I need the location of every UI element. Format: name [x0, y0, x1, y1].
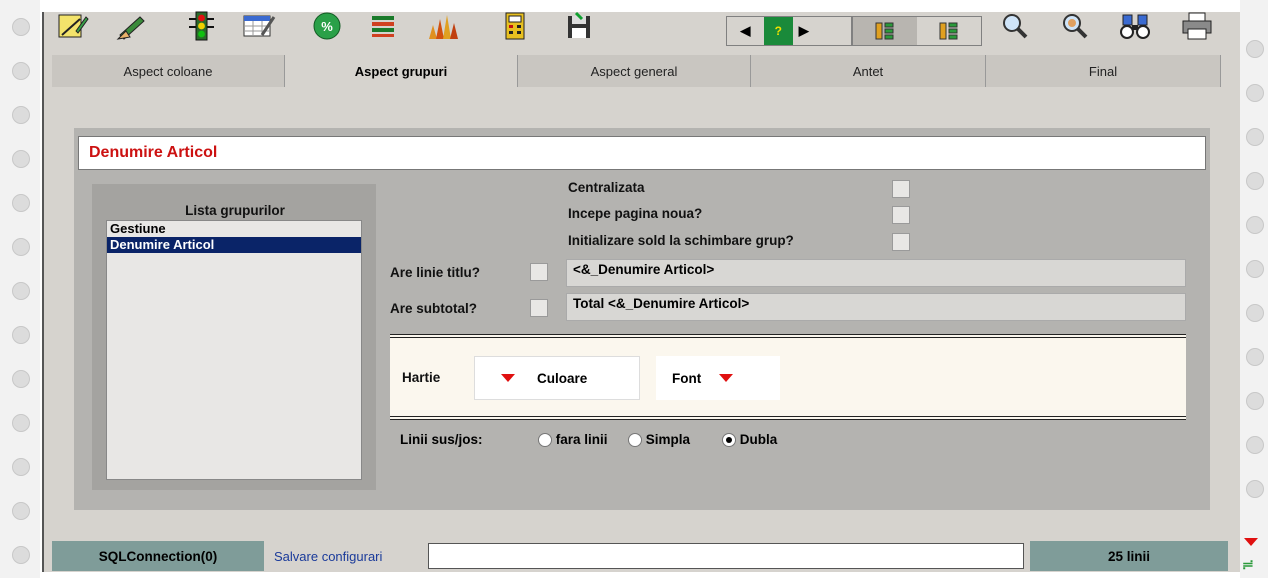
radio-label: Dubla [739, 432, 778, 447]
svg-text:%: % [321, 19, 333, 34]
printer-icon[interactable] [1178, 8, 1216, 44]
save-config-field[interactable] [428, 543, 1024, 569]
radio-fara-linii[interactable]: fara linii [538, 432, 616, 448]
pagina-noua-checkbox[interactable] [892, 206, 910, 224]
radio-label: Simpla [645, 432, 691, 447]
zoom-in-icon[interactable] [996, 8, 1034, 44]
bar-chart-icon[interactable] [424, 8, 462, 44]
group-list-heading: Lista grupurilor [185, 203, 285, 218]
resize-grip-icon[interactable]: ≓ [1242, 556, 1254, 573]
layout-tree-button-1[interactable] [853, 17, 917, 45]
centralizata-label: Centralizata [568, 180, 645, 195]
tab-aspect-general[interactable]: Aspect general [518, 55, 751, 87]
dropdown-arrow-icon [501, 374, 515, 382]
left-perforation-strip [0, 0, 40, 578]
save-config-label: Salvare configurari [274, 548, 383, 564]
radio-icon [538, 433, 552, 448]
font-dropdown[interactable]: Font [656, 356, 780, 400]
layout-tree-button-2[interactable] [917, 17, 981, 45]
tab-label: Aspect grupuri [354, 63, 448, 79]
edit-form-icon[interactable] [54, 8, 92, 44]
pencil-hand-icon[interactable] [114, 8, 152, 44]
radio-selected-icon [722, 433, 736, 448]
linii-label: Linii sus/jos: [400, 432, 483, 447]
tab-label: Antet [852, 63, 884, 79]
tree-layout-icon [875, 22, 894, 40]
save-disk-icon[interactable] [560, 8, 598, 44]
scroll-down-icon[interactable] [1244, 534, 1258, 549]
help-button[interactable]: ? [763, 17, 793, 45]
dropdown-arrow-icon [719, 374, 734, 382]
tab-final[interactable]: Final [986, 55, 1221, 87]
group-list[interactable]: Gestiune Denumire Articol [106, 220, 362, 480]
arrow-left-icon: ◀ [740, 23, 751, 38]
tab-label: Aspect coloane [123, 63, 213, 79]
initializare-sold-label: Initializare sold la schimbare grup? [568, 233, 794, 248]
lines-count: 25 linii [1030, 541, 1228, 571]
group-title-field[interactable]: Denumire Articol [78, 136, 1206, 170]
culoare-dropdown[interactable]: Culoare [474, 356, 640, 400]
style-preview-box: Hartie Culoare Font [390, 334, 1186, 420]
percent-icon[interactable]: % [308, 8, 346, 44]
linie-titlu-label: Are linie titlu? [390, 265, 481, 280]
hartie-label: Hartie [402, 370, 441, 385]
tree-layout-icon [939, 22, 958, 40]
centralizata-checkbox[interactable] [892, 180, 910, 198]
initializare-sold-checkbox[interactable] [892, 233, 910, 251]
radio-icon [628, 433, 642, 448]
tab-label: Final [1088, 63, 1118, 79]
list-lines-icon[interactable] [364, 8, 402, 44]
layout-toggle-group [852, 16, 982, 46]
radio-label: fara linii [555, 432, 608, 447]
radio-simpla[interactable]: Simpla [628, 432, 691, 448]
navigation-group: ◀ ? ▶ [726, 16, 852, 46]
list-item[interactable]: Gestiune [107, 221, 361, 237]
connection-status: SQLConnection(0) [52, 541, 264, 571]
pagina-noua-label: Incepe pagina noua? [568, 206, 703, 221]
tab-label: Aspect general [590, 63, 678, 79]
tab-aspect-coloane[interactable]: Aspect coloane [52, 55, 285, 87]
subtotal-label: Are subtotal? [390, 301, 478, 316]
edit-grid-icon[interactable] [240, 8, 278, 44]
subtotal-field[interactable]: Total <&_Denumire Articol> [566, 293, 1186, 321]
arrow-right-icon: ▶ [798, 23, 809, 38]
tab-aspect-grupuri[interactable]: Aspect grupuri [285, 55, 518, 87]
previous-button[interactable]: ◀ [727, 17, 764, 45]
subtotal-checkbox[interactable] [530, 299, 548, 317]
next-button[interactable]: ▶ [793, 17, 851, 45]
radio-dubla[interactable]: Dubla [722, 432, 778, 448]
linie-titlu-checkbox[interactable] [530, 263, 548, 281]
linie-titlu-field[interactable]: <&_Denumire Articol> [566, 259, 1186, 287]
traffic-light-icon[interactable] [182, 8, 220, 44]
help-label: ? [774, 24, 782, 38]
culoare-label: Culoare [537, 370, 588, 386]
tab-antet[interactable]: Antet [751, 55, 986, 87]
font-label: Font [672, 370, 702, 386]
list-item[interactable]: Denumire Articol [107, 237, 361, 253]
binoculars-icon[interactable] [1116, 8, 1154, 44]
right-perforation-strip [1240, 0, 1268, 578]
calculator-icon[interactable] [496, 8, 534, 44]
zoom-out-icon[interactable] [1056, 8, 1094, 44]
